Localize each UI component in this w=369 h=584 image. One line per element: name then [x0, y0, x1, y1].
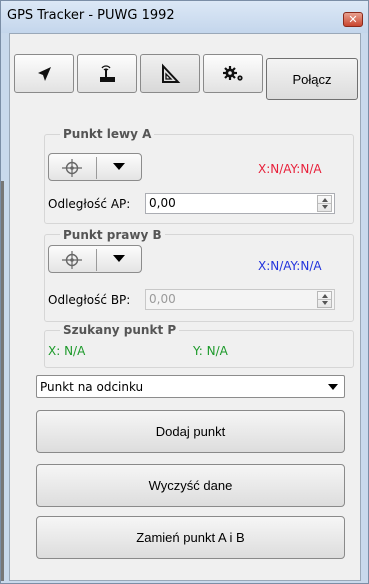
distance-ap-value: 0,00 [149, 196, 176, 210]
main-panel: Połącz Punkt lewy A X:N/AY:N/A Odległość… [9, 33, 361, 581]
point-a-coords: X:N/AY:N/A [258, 162, 322, 176]
close-icon: ✕ [348, 13, 358, 26]
spin-down-icon[interactable] [322, 205, 328, 209]
point-p-y: Y: N/A [193, 344, 228, 358]
chevron-down-icon[interactable] [113, 163, 125, 170]
triangle-ruler-icon [162, 62, 181, 83]
distance-ap-field[interactable]: 0,00 [145, 193, 335, 214]
tab-navigation[interactable] [14, 54, 74, 93]
chevron-down-icon[interactable] [328, 384, 338, 390]
window-title: GPS Tracker - PUWG 1992 [7, 8, 175, 23]
settings-gears-icon [223, 65, 243, 81]
group-title-point-p: Szukany punkt P [60, 323, 180, 337]
distance-ap-spinner[interactable] [317, 195, 332, 212]
close-button[interactable]: ✕ [343, 12, 363, 27]
distance-bp-field[interactable]: 0,00 [145, 289, 335, 310]
navigation-arrow-icon [38, 66, 51, 81]
pick-point-b-button[interactable] [48, 245, 142, 273]
distance-bp-value: 0,00 [149, 292, 176, 306]
swap-points-button[interactable]: Zamień punkt A i B [36, 516, 345, 559]
distance-ap-label: Odległość AP: [48, 197, 131, 211]
title-bar[interactable]: GPS Tracker - PUWG 1992 ✕ [1, 1, 368, 33]
pick-point-a-button[interactable] [48, 153, 142, 181]
group-title-point-b: Punkt prawy B [60, 228, 165, 242]
tab-settings[interactable] [203, 54, 263, 93]
crosshair-icon [62, 251, 82, 269]
spin-up-icon[interactable] [322, 198, 328, 202]
window-edge [1, 181, 4, 581]
add-point-button[interactable]: Dodaj punkt [36, 410, 345, 453]
app-window: GPS Tracker - PUWG 1992 ✕ Połącz Punkt l… [0, 0, 369, 584]
button-divider [96, 249, 97, 271]
chevron-down-icon[interactable] [113, 255, 125, 262]
spin-down-icon[interactable] [322, 301, 328, 305]
group-title-point-a: Punkt lewy A [60, 127, 155, 141]
crosshair-icon [62, 159, 82, 177]
gps-receiver-icon [100, 64, 115, 82]
tab-gps[interactable] [77, 54, 137, 93]
mode-select-value: Punkt na odcinku [40, 380, 144, 394]
point-b-coords: X:N/AY:N/A [258, 259, 322, 273]
point-p-x: X: N/A [48, 344, 86, 358]
distance-bp-label: Odległość BP: [48, 293, 131, 307]
distance-bp-spinner[interactable] [317, 291, 332, 308]
button-divider [96, 157, 97, 179]
tab-geometry[interactable] [140, 54, 200, 93]
connect-button[interactable]: Połącz [266, 58, 358, 100]
spin-up-icon[interactable] [322, 294, 328, 298]
mode-select[interactable]: Punkt na odcinku [36, 375, 345, 398]
clear-data-button[interactable]: Wyczyść dane [36, 464, 345, 507]
